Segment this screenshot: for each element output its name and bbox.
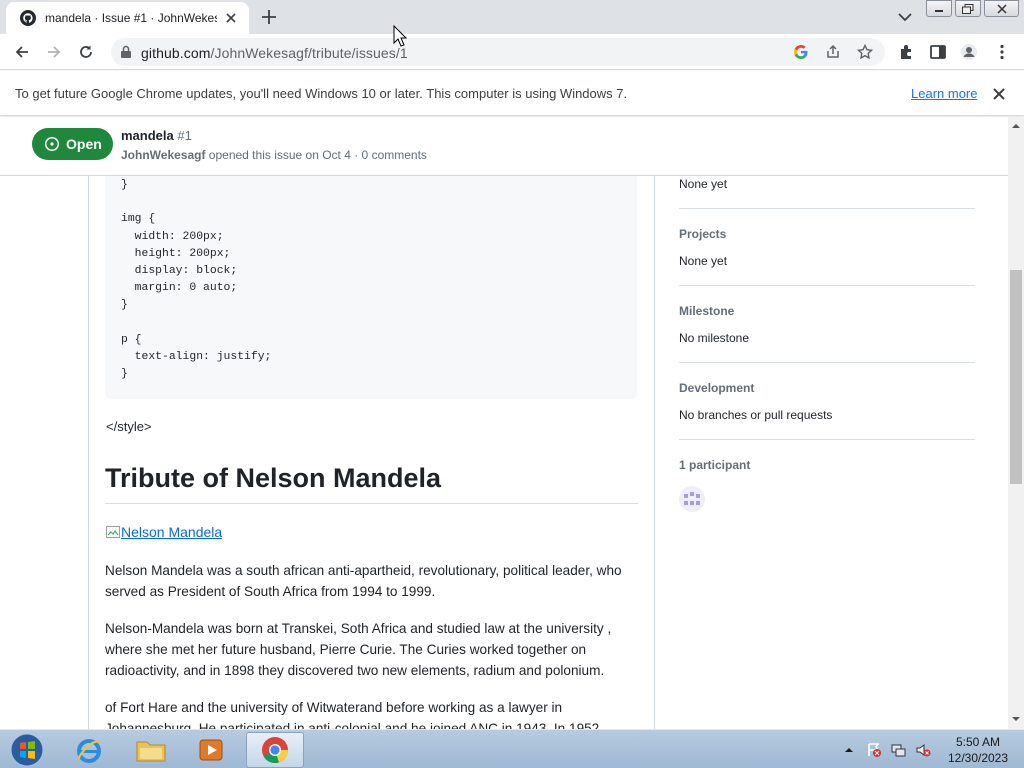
issue-meta-text: opened this issue on Oct 4 · 0 comments	[205, 148, 427, 162]
show-hidden-icons-icon[interactable]	[843, 742, 855, 758]
tab-strip: mandela · Issue #1 · JohnWekesagf/tribut…	[0, 0, 1024, 34]
taskbar-explorer[interactable]	[124, 732, 178, 768]
url-host: github.com	[141, 45, 211, 61]
internet-explorer-icon	[77, 739, 101, 763]
taskbar-media-player[interactable]	[184, 732, 238, 768]
url-text[interactable]: github.com/JohnWekesagf/tribute/issues/1	[141, 45, 408, 61]
participant-avatar[interactable]	[679, 486, 705, 512]
restore-icon	[962, 3, 974, 14]
scroll-down-icon[interactable]	[1011, 714, 1021, 724]
media-player-icon	[199, 739, 223, 761]
sidebar-section-milestone: Milestone No milestone	[679, 304, 975, 363]
development-value: No branches or pull requests	[679, 408, 833, 422]
style-close-tag: </style>	[106, 419, 152, 434]
image-alt-text: Nelson Mandela	[121, 524, 223, 540]
browser-tab[interactable]: mandela · Issue #1 · JohnWekesagf/tribut…	[6, 2, 249, 34]
development-title[interactable]: Development	[679, 381, 754, 395]
start-button[interactable]	[0, 732, 54, 768]
restore-button[interactable]	[955, 0, 981, 17]
share-icon[interactable]	[825, 44, 841, 60]
infobar-message: To get future Google Chrome updates, you…	[15, 86, 628, 101]
browser-toolbar: github.com/JohnWekesagf/tribute/issues/1	[0, 34, 1024, 70]
chrome-icon	[262, 737, 289, 764]
sidebar-section-projects: Projects None yet	[679, 227, 975, 286]
windows-logo-icon	[10, 733, 44, 767]
profile-icon[interactable]	[960, 43, 978, 61]
projects-value: None yet	[679, 254, 728, 268]
identicon-icon	[684, 492, 700, 505]
system-clock[interactable]: 5:50 AM 12/30/2023	[938, 734, 1018, 766]
close-infobar-icon[interactable]	[991, 86, 1007, 102]
minimize-icon	[935, 9, 943, 12]
paragraph-1: Nelson Mandela was a south african anti-…	[105, 563, 622, 599]
mouse-cursor-icon	[393, 25, 407, 47]
scrollbar-thumb[interactable]	[1010, 270, 1022, 484]
google-icon[interactable]	[793, 44, 809, 60]
sidebar-none-yet-top: None yet	[679, 177, 728, 191]
issue-number: #1	[177, 128, 192, 143]
page-viewport: } img { width: 200px; height: 200px; dis…	[0, 117, 1008, 729]
network-icon[interactable]	[891, 742, 907, 758]
learn-more-link[interactable]: Learn more	[911, 86, 977, 101]
bookmark-star-icon[interactable]	[857, 44, 873, 60]
windows-taskbar: 5:50 AM 12/30/2023	[0, 729, 1024, 768]
extensions-icon[interactable]	[897, 43, 915, 61]
issue-title: mandela #1	[121, 128, 192, 143]
participants-title: 1 participant	[679, 458, 751, 472]
minimize-button[interactable]	[926, 0, 952, 17]
new-tab-icon[interactable]	[259, 7, 279, 27]
issue-opened-icon	[44, 136, 60, 152]
window-controls	[926, 0, 1022, 17]
side-panel-icon[interactable]	[929, 43, 947, 61]
forward-icon[interactable]	[45, 43, 63, 61]
page-scrollbar[interactable]	[1008, 117, 1024, 729]
taskbar-ie[interactable]	[62, 732, 116, 768]
sticky-issue-header: Open mandela #1 JohnWekesagf opened this…	[0, 117, 1008, 176]
chevron-down-icon[interactable]	[896, 10, 914, 24]
clock-time: 5:50 AM	[955, 735, 1001, 749]
url-path: /JohnWekesagf/tribute/issues/1	[210, 45, 408, 61]
update-infobar: To get future Google Chrome updates, you…	[0, 71, 1024, 116]
issue-author-link[interactable]: JohnWekesagf	[121, 148, 205, 162]
sidebar-section-development: Development No branches or pull requests	[679, 381, 975, 440]
issue-title-text: mandela	[121, 128, 174, 143]
paragraph-3: of Fort Hare and the university of Witwa…	[105, 700, 600, 729]
back-icon[interactable]	[13, 43, 31, 61]
volume-muted-icon[interactable]	[915, 742, 931, 758]
broken-image-icon	[106, 526, 120, 538]
reload-icon[interactable]	[77, 43, 95, 61]
taskbar-chrome[interactable]	[246, 732, 304, 768]
issue-state-badge: Open	[32, 128, 113, 160]
scroll-up-icon[interactable]	[1011, 121, 1021, 131]
address-bar[interactable]: github.com/JohnWekesagf/tribute/issues/1	[111, 38, 885, 66]
close-icon	[996, 3, 1007, 14]
milestone-title[interactable]: Milestone	[679, 304, 734, 318]
close-window-button[interactable]	[984, 0, 1019, 17]
clock-date: 12/30/2023	[947, 751, 1009, 765]
content-heading: Tribute of Nelson Mandela	[105, 463, 638, 504]
milestone-value: No milestone	[679, 331, 750, 345]
more-menu-icon[interactable]	[993, 43, 1011, 61]
github-icon	[20, 10, 36, 26]
projects-title[interactable]: Projects	[679, 227, 726, 241]
folder-icon	[136, 741, 166, 762]
issue-meta: JohnWekesagf opened this issue on Oct 4 …	[121, 148, 427, 162]
action-center-icon[interactable]	[866, 742, 882, 758]
paragraph-2: Nelson-Mandela was born at Transkei, Sot…	[105, 621, 612, 678]
image-link[interactable]: Nelson Mandela	[105, 524, 222, 540]
close-tab-icon[interactable]	[223, 10, 239, 26]
lock-icon[interactable]	[120, 45, 132, 59]
tab-title: mandela · Issue #1 · JohnWekesagf/tribut…	[45, 11, 217, 25]
issue-state-label: Open	[66, 136, 102, 152]
